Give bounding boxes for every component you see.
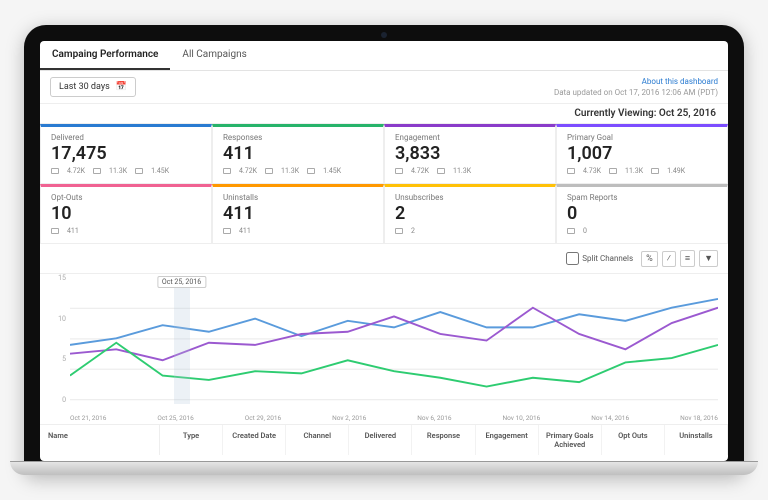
currently-viewing-label: Currently Viewing: Oct 25, 2016 [40, 104, 728, 124]
channel-icon [93, 168, 101, 174]
performance-chart: 151050 Oct 25, 2016 Oct 21, 2016Oct 25, … [40, 274, 728, 424]
table-col-header[interactable]: Created Date [223, 425, 286, 455]
dashboard-meta: About this dashboard Data updated on Oct… [554, 77, 718, 97]
settings-button[interactable]: ≡ [680, 250, 695, 267]
metric-value: 3,833 [395, 143, 545, 164]
metric-label: Unsubscribes [395, 193, 545, 202]
top-tabs: Campaing Performance All Campaigns [40, 41, 728, 71]
metric-card-opt-outs[interactable]: Opt-Outs10 411 [40, 184, 212, 244]
metric-sub: 4.73K11.3K1.49K [567, 167, 717, 175]
metric-card-uninstalls[interactable]: Uninstalls411411 [212, 184, 384, 244]
laptop-base [10, 461, 758, 475]
metric-value: 1,007 [567, 143, 717, 164]
metric-sub: 411 [51, 227, 201, 235]
metric-sub: 4.72K11.3K [395, 167, 545, 175]
metric-card-responses[interactable]: Responses411 4.72K11.3K1.45K [212, 124, 384, 184]
metric-label: Responses [223, 133, 373, 142]
metric-label: Spam Reports [567, 193, 717, 202]
laptop-frame: Campaing Performance All Campaigns Last … [24, 25, 744, 475]
split-channels-toggle[interactable]: Split Channels [566, 252, 633, 265]
channel-icon [609, 168, 617, 174]
data-updated-timestamp: Data updated on Oct 17, 2016 12:06 AM (P… [554, 88, 718, 97]
table-col-header[interactable]: Opt Outs [602, 425, 665, 455]
metric-cards: Delivered17,4754.72K11.3K1.45KResponses4… [40, 124, 728, 244]
channel-icon [651, 168, 659, 174]
metric-value: 411 [223, 143, 373, 164]
metric-label: Delivered [51, 133, 201, 142]
channel-icon [567, 168, 575, 174]
channel-icon [307, 168, 315, 174]
metric-label: Uninstalls [223, 193, 373, 202]
fraction-toggle-button[interactable]: ⁄ [662, 251, 676, 267]
table-col-header[interactable]: Engagement [476, 425, 539, 455]
table-col-header[interactable]: Uninstalls [665, 425, 728, 455]
toolbar: Last 30 days 📅 About this dashboard Data… [40, 71, 728, 104]
tab-all-campaigns[interactable]: All Campaigns [170, 41, 258, 70]
filter-button[interactable]: ▼ [699, 250, 718, 267]
calendar-icon: 📅 [116, 82, 127, 92]
metric-value: 2 [395, 203, 545, 224]
metric-label: Primary Goal [567, 133, 717, 142]
app-screen: Campaing Performance All Campaigns Last … [40, 41, 728, 461]
camera-dot [381, 32, 387, 38]
table-name-header: Name [40, 425, 160, 455]
split-channels-label: Split Channels [582, 254, 633, 263]
channel-icon [51, 168, 59, 174]
chart-highlight-bar [174, 284, 190, 404]
channel-icon [395, 228, 403, 234]
metric-sub: 411 [223, 227, 373, 235]
split-channels-checkbox[interactable] [566, 252, 579, 265]
metric-value: 0 [567, 203, 717, 224]
about-dashboard-link[interactable]: About this dashboard [642, 77, 718, 86]
channel-icon [437, 168, 445, 174]
metric-sub: 4.72K11.3K1.45K [223, 167, 373, 175]
channel-icon [223, 168, 231, 174]
metric-sub: 0 [567, 227, 717, 235]
metric-label: Opt-Outs [51, 193, 201, 202]
tab-campaign-performance[interactable]: Campaing Performance [40, 41, 170, 70]
channel-icon [223, 228, 231, 234]
metric-card-primary-goal[interactable]: Primary Goal1,007 4.73K11.3K1.49K [556, 124, 728, 184]
metric-label: Engagement [395, 133, 545, 142]
table-col-header[interactable]: Delivered [349, 425, 412, 455]
metric-value: 10 [51, 203, 201, 224]
channel-icon [265, 168, 273, 174]
metric-value: 411 [223, 203, 373, 224]
metric-card-delivered[interactable]: Delivered17,475 4.72K11.3K1.45K [40, 124, 212, 184]
percent-toggle-button[interactable]: % [641, 251, 658, 267]
metric-sub: 2 [395, 227, 545, 235]
table-columns: TypeCreated DateChannelDeliveredResponse… [160, 425, 728, 455]
chart-controls: Split Channels % ⁄ ≡ ▼ [40, 244, 728, 274]
results-table-header: Name TypeCreated DateChannelDeliveredRes… [40, 424, 728, 455]
metric-card-unsubscribes[interactable]: Unsubscribes22 [384, 184, 556, 244]
channel-icon [567, 228, 575, 234]
channel-icon [395, 168, 403, 174]
table-col-header[interactable]: Primary Goals Achieved [539, 425, 602, 455]
date-range-label: Last 30 days [59, 82, 110, 92]
metric-sub: 4.72K11.3K1.45K [51, 167, 201, 175]
metric-card-engagement[interactable]: Engagement3,833 4.72K11.3K [384, 124, 556, 184]
channel-icon [135, 168, 143, 174]
chart-tooltip: Oct 25, 2016 [157, 276, 206, 288]
date-range-dropdown[interactable]: Last 30 days 📅 [50, 77, 136, 97]
table-col-header[interactable]: Response [412, 425, 475, 455]
chart-y-labels: 151050 [44, 274, 66, 404]
metric-value: 17,475 [51, 143, 201, 164]
metric-card-spam-reports[interactable]: Spam Reports00 [556, 184, 728, 244]
table-col-header[interactable]: Type [160, 425, 223, 455]
table-col-header[interactable]: Channel [286, 425, 349, 455]
chart-svg [70, 278, 718, 424]
channel-icon [51, 228, 59, 234]
chart-x-labels: Oct 21, 2016Oct 25, 2016Oct 29, 2016Nov … [70, 414, 718, 422]
